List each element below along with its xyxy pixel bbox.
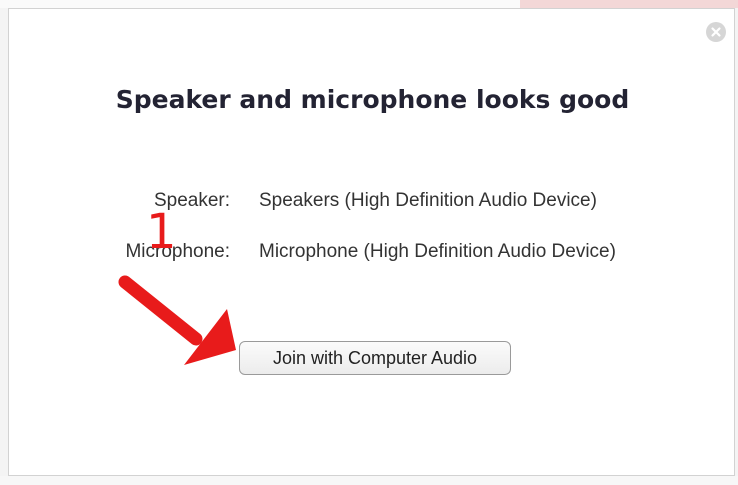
close-button[interactable] — [706, 22, 726, 42]
close-icon — [711, 27, 721, 37]
background-window-edge — [520, 0, 738, 8]
speaker-label: Speaker: — [153, 190, 230, 211]
screenshot-frame: Speaker and microphone looks good Speake… — [0, 0, 738, 485]
microphone-value: Microphone (High Definition Audio Device… — [259, 241, 616, 262]
step-number-annotation: 1 — [146, 204, 177, 260]
bottom-edge — [0, 476, 738, 485]
join-with-computer-audio-button[interactable]: Join with Computer Audio — [239, 341, 511, 375]
dialog-title: Speaker and microphone looks good — [115, 85, 630, 114]
audio-test-dialog: Speaker and microphone looks good Speake… — [8, 8, 735, 476]
microphone-label: Microphone: — [125, 241, 230, 262]
speaker-value: Speakers (High Definition Audio Device) — [259, 190, 597, 211]
